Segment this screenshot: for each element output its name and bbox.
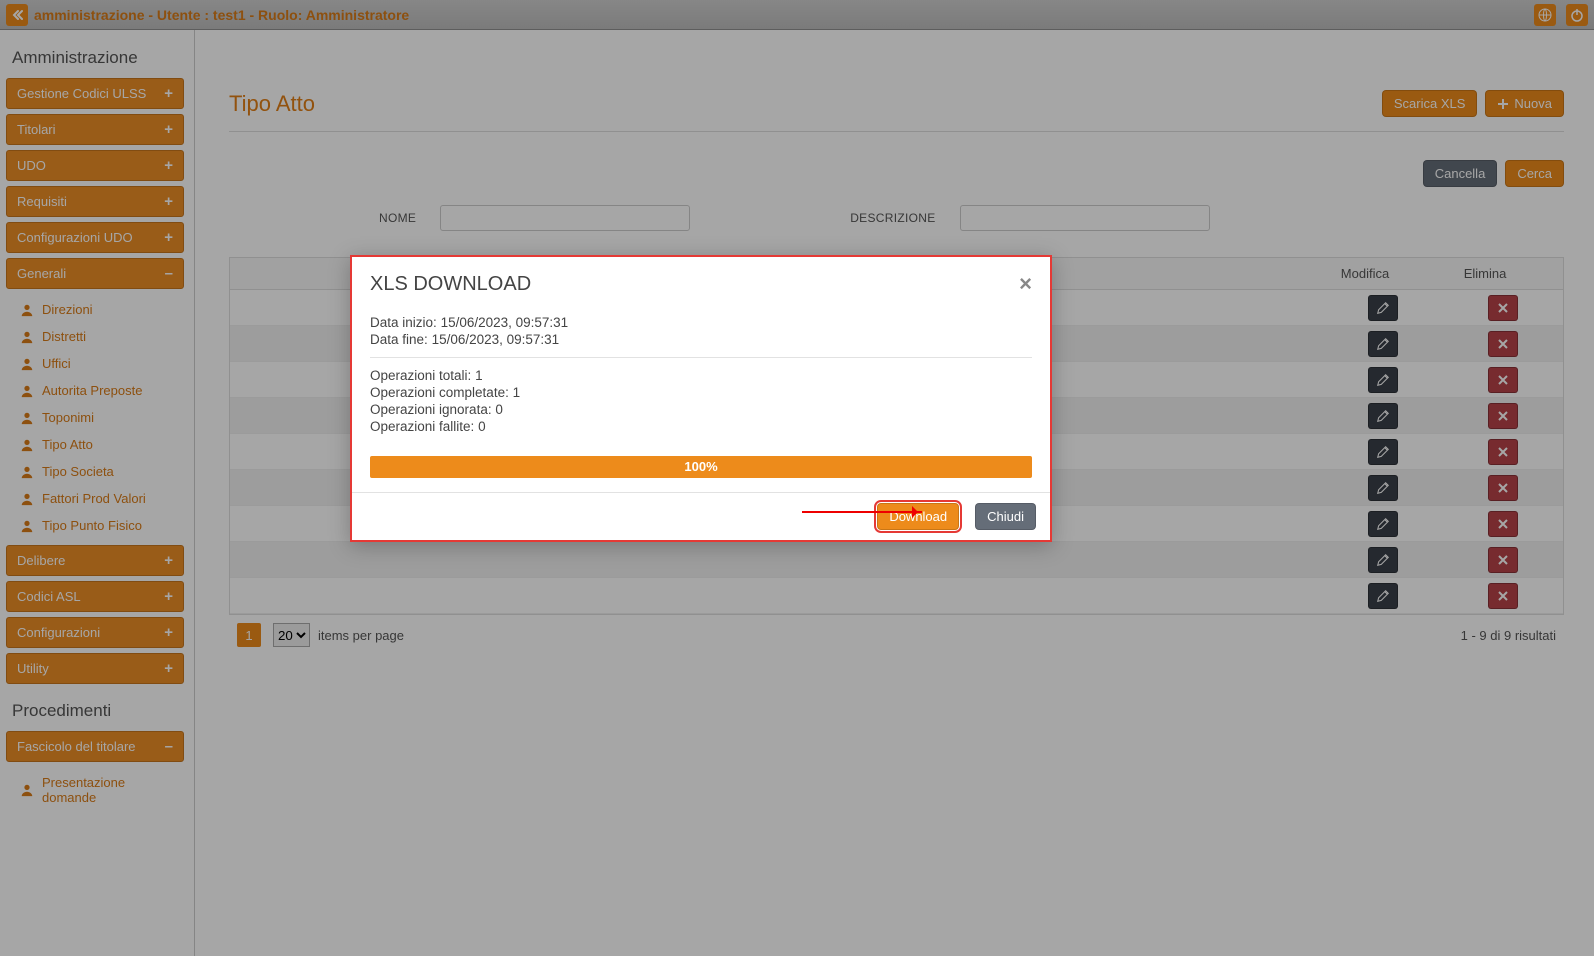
- dialog-title: XLS DOWNLOAD: [370, 273, 531, 296]
- xls-download-dialog: XLS DOWNLOAD × Data inizio: 15/06/2023, …: [350, 255, 1052, 542]
- close-icon[interactable]: ×: [1019, 271, 1032, 297]
- progress-bar: 100%: [370, 456, 1032, 478]
- arrow-annotation: [802, 511, 922, 513]
- close-button[interactable]: Chiudi: [975, 503, 1036, 530]
